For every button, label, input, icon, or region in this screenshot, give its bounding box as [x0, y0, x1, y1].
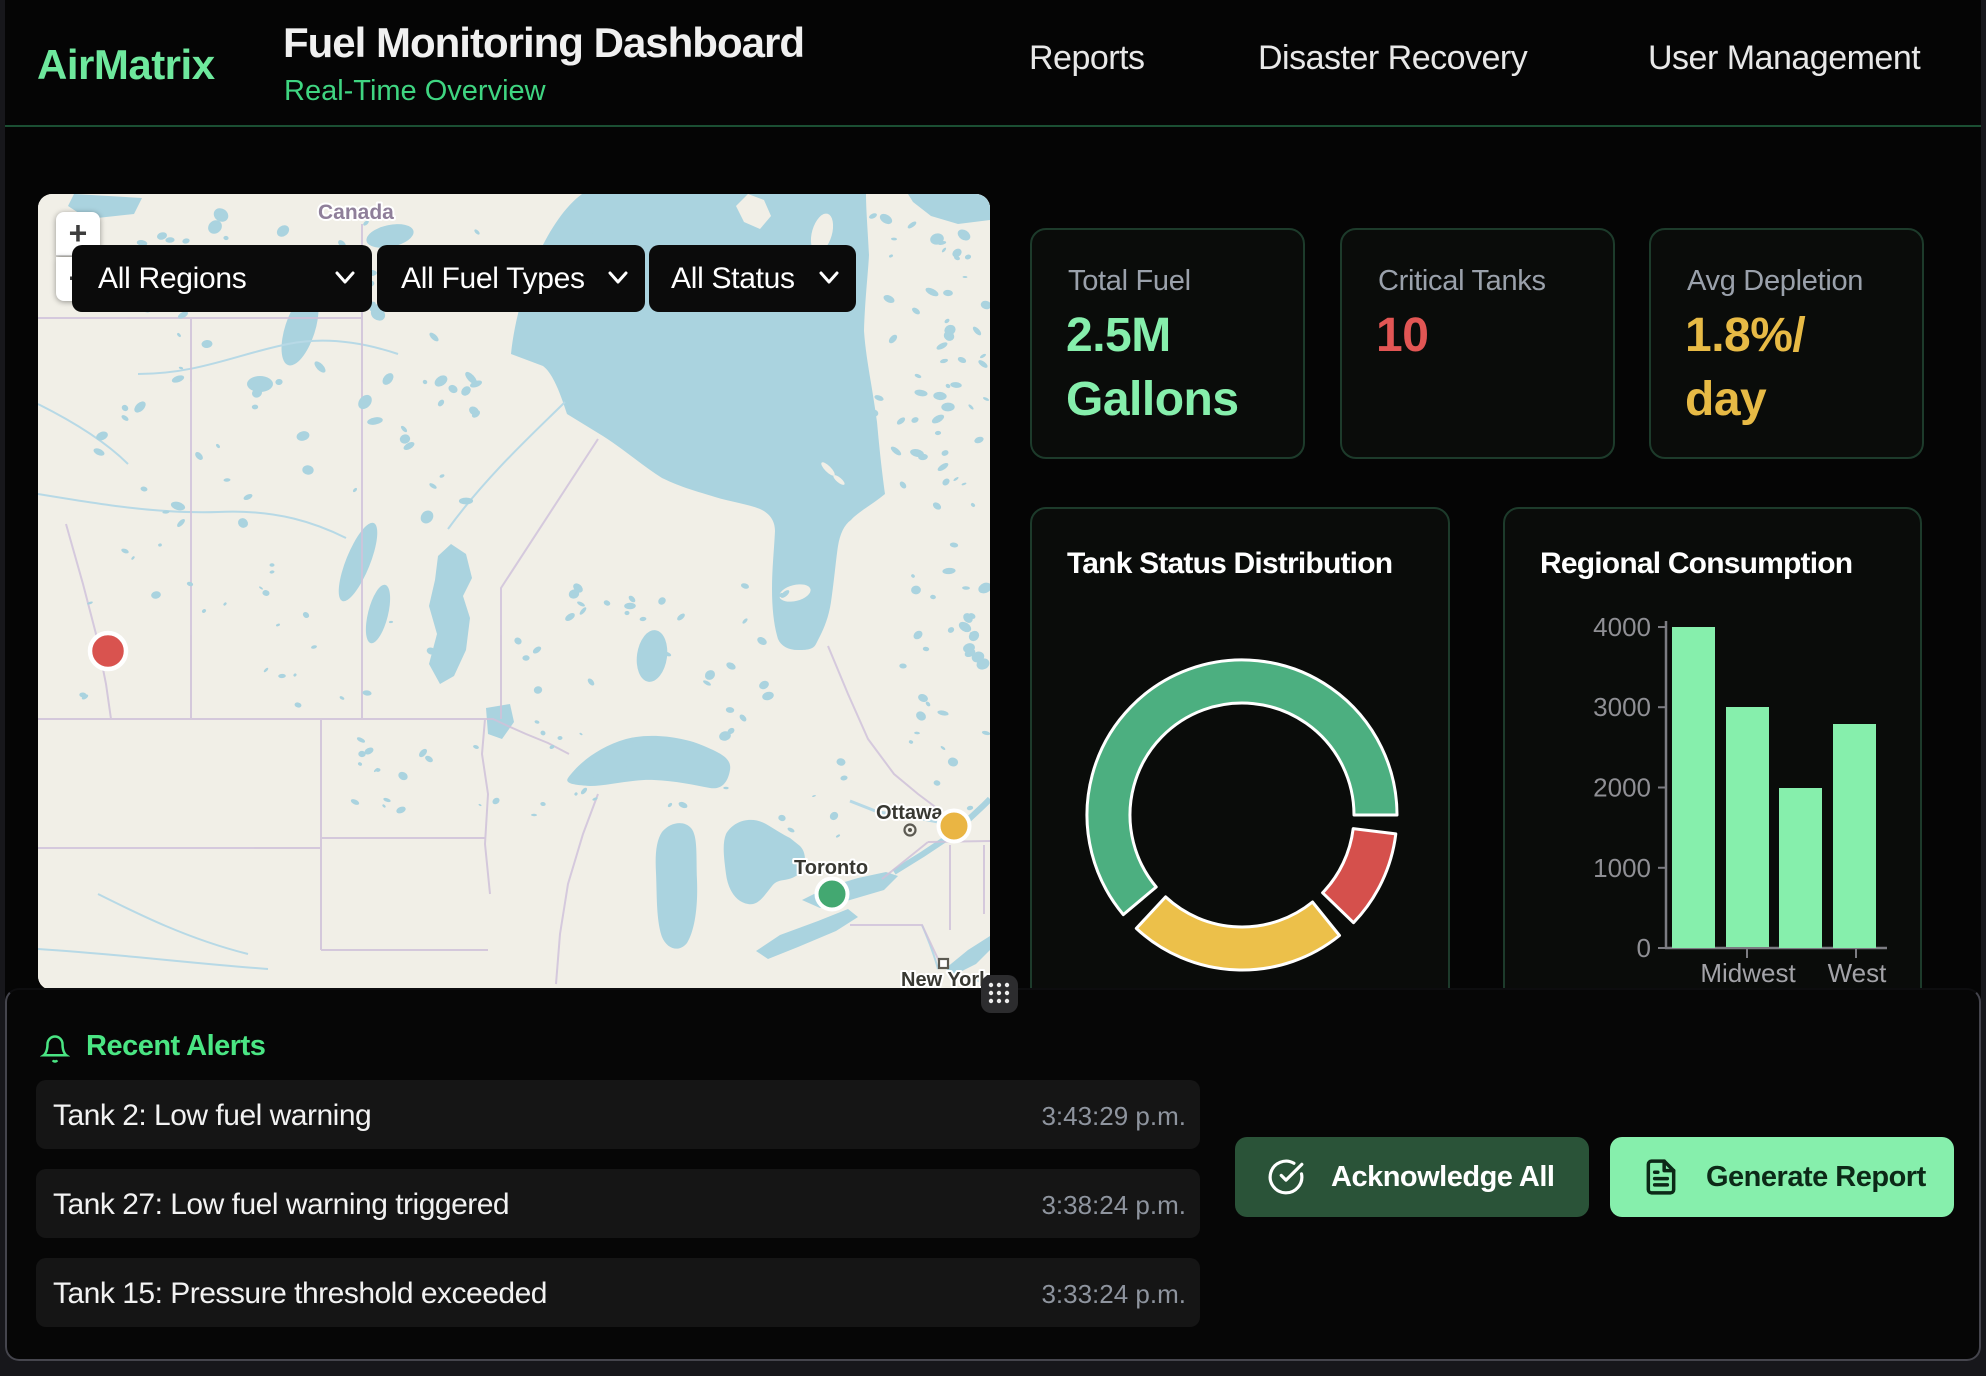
svg-text:1000: 1000: [1593, 853, 1651, 883]
svg-text:4000: 4000: [1593, 612, 1651, 642]
svg-text:West: West: [1828, 958, 1888, 988]
svg-text:3000: 3000: [1593, 692, 1651, 722]
svg-text:New York: New York: [901, 969, 990, 990]
svg-text:2000: 2000: [1593, 773, 1651, 803]
svg-text:Midwest: Midwest: [1700, 958, 1796, 988]
svg-text:0: 0: [1637, 933, 1651, 963]
svg-text:Ottawa: Ottawa: [876, 802, 944, 824]
svg-text:Toronto: Toronto: [794, 857, 868, 879]
svg-text:Canada: Canada: [318, 201, 394, 224]
